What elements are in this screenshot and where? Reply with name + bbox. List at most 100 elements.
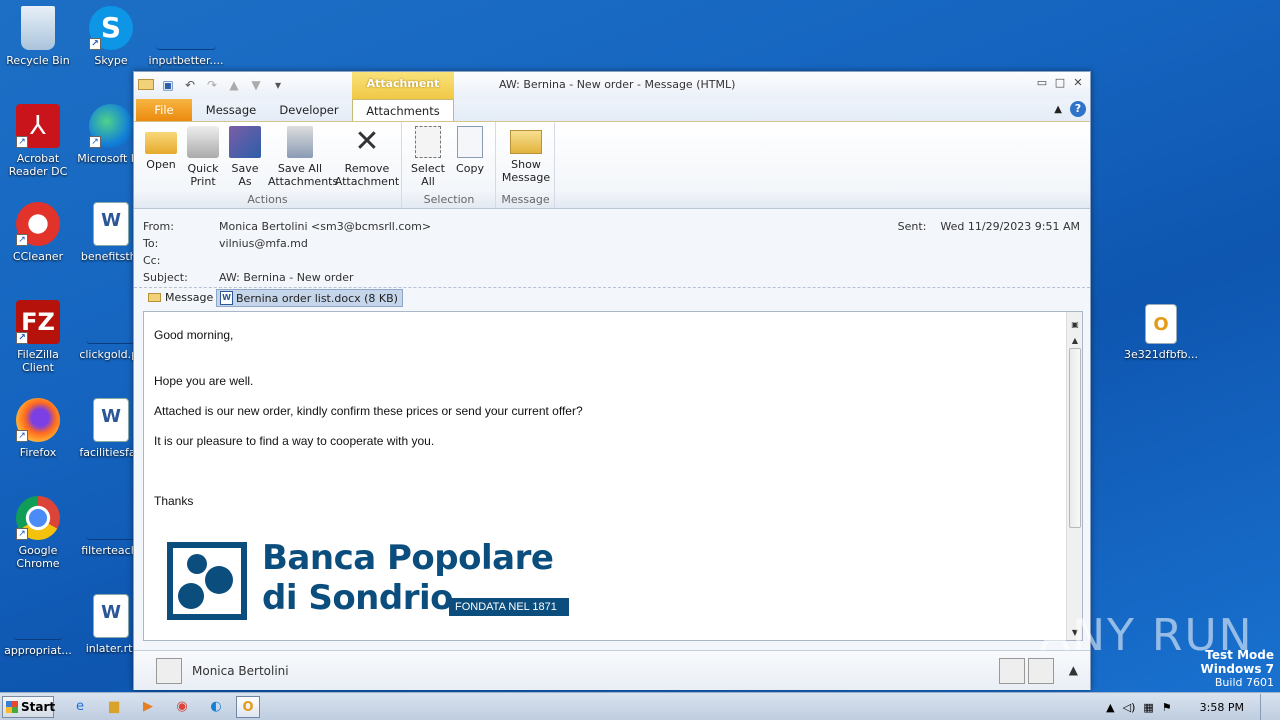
acrobat-icon: ⅄ ↗ <box>16 104 60 148</box>
desktop-icon-acrobat[interactable]: ⅄ ↗ Acrobat Reader DC <box>0 104 76 178</box>
taskbar: Start e ▆ ▶ ◉ ◐ O ▲ ◁) ▦ ⚑ 3:58 PM <box>0 692 1280 720</box>
desktop-icon-skype[interactable]: S ↗ Skype <box>73 6 149 67</box>
body-thanks: Thanks <box>154 494 194 508</box>
people-pane: Monica Bertolini ▲ <box>134 650 1090 690</box>
desktop-icon-label: Recycle Bin <box>6 54 70 67</box>
recycle-bin-icon <box>21 6 55 50</box>
desktop-icon-label: Google Chrome <box>16 544 60 570</box>
tray-expand-icon[interactable]: ▲ <box>1106 701 1114 714</box>
media-player-icon[interactable]: ▶ <box>136 696 160 718</box>
desktop-icon-inputbetter[interactable]: inputbetter.... <box>148 6 224 67</box>
message-attachment-tab[interactable]: Message <box>148 291 213 304</box>
customize-toolbar-icon[interactable]: ▾ <box>270 77 286 93</box>
subject-label: Subject: <box>143 271 188 284</box>
minimize-icon[interactable]: ▭ <box>1036 77 1048 89</box>
quick-print-label-1: Quick <box>187 162 219 175</box>
close-icon[interactable]: ✕ <box>1072 77 1084 89</box>
scroll-options-icon[interactable]: ▣ <box>1067 318 1082 332</box>
desktop-icon-recycle-bin[interactable]: Recycle Bin <box>0 6 76 67</box>
show-message-icon <box>510 130 542 154</box>
copy-button[interactable]: Copy <box>451 126 489 175</box>
body-scrollbar[interactable]: ▣ ▲ ▼ <box>1066 312 1082 640</box>
up-arrow-icon[interactable]: ▲ <box>226 77 242 93</box>
collapse-ribbon-icon[interactable]: ▲ <box>1054 104 1062 115</box>
bank-name-line-2: di Sondrio <box>262 578 454 618</box>
show-desktop-button[interactable] <box>1260 694 1270 720</box>
scroll-thumb[interactable] <box>1069 348 1081 528</box>
desktop-icon-label: 3e321dfbfb... <box>1124 348 1198 361</box>
from-value[interactable]: Monica Bertolini <sm3@bcmsrll.com> <box>219 220 431 233</box>
desktop-icon-filezilla[interactable]: FZ ↗ FileZilla Client <box>0 300 76 374</box>
action-center-flag-icon[interactable]: ⚑ <box>1162 701 1172 714</box>
remove-attachment-button[interactable]: ✕ Remove Attachment <box>334 124 400 189</box>
system-tray: ▲ ◁) ▦ ⚑ 3:58 PM <box>1106 693 1280 720</box>
start-label: Start <box>21 700 56 714</box>
to-value[interactable]: vilnius@mfa.md <box>219 237 308 250</box>
internet-explorer-icon[interactable]: e <box>68 696 92 718</box>
save-all-label-2: Attachments <box>268 175 339 188</box>
sender-avatar[interactable] <box>156 658 182 684</box>
undo-icon[interactable]: ↶ <box>182 77 198 93</box>
help-icon[interactable]: ? <box>1070 101 1086 117</box>
network-icon[interactable]: ▦ <box>1143 701 1153 714</box>
remove-label-2: Attachment <box>334 175 400 188</box>
desktop-icon-label: CCleaner <box>12 250 64 263</box>
start-button[interactable]: Start <box>2 696 56 718</box>
bank-logo: Banca Popolare di Sondrio FONDATA NEL 18… <box>167 538 577 625</box>
ribbon-group-actions: Open Quick Print Save As Save All Attach… <box>134 122 402 208</box>
tab-file[interactable]: File <box>136 99 192 121</box>
ribbon: Open Quick Print Save As Save All Attach… <box>134 121 1090 209</box>
body-line-2: Attached is our new order, kindly confir… <box>154 404 583 418</box>
volume-icon[interactable]: ◁) <box>1123 701 1136 714</box>
desktop-icon-3e321[interactable]: O 3e321dfbfb... <box>1123 304 1199 361</box>
tab-attachments[interactable]: Attachments <box>352 99 454 121</box>
desktop-icon-ccleaner[interactable]: ↗ CCleaner <box>0 202 76 263</box>
chrome-taskbar-icon[interactable]: ◉ <box>170 696 194 718</box>
outlook-file-icon: O <box>1145 304 1177 344</box>
maximize-icon[interactable]: □ <box>1054 77 1066 89</box>
quick-access-toolbar: ▣ ↶ ↷ ▲ ▼ ▾ <box>138 77 286 93</box>
tab-developer[interactable]: Developer <box>274 99 344 121</box>
word-document-icon: W <box>93 398 129 442</box>
file-explorer-icon[interactable]: ▆ <box>102 696 126 718</box>
tab-message[interactable]: Message <box>200 99 262 121</box>
message-body[interactable]: Good morning, Hope you are well. Attache… <box>143 311 1083 641</box>
contact-avatar[interactable] <box>1028 658 1054 684</box>
expand-people-pane-icon[interactable]: ▲ <box>1069 663 1078 677</box>
select-all-button[interactable]: Select All <box>409 126 447 188</box>
save-all-attachments-button[interactable]: Save All Attachments <box>268 126 339 188</box>
remove-x-icon: ✕ <box>354 124 380 159</box>
save-as-icon <box>229 126 261 158</box>
file-icon <box>13 600 63 640</box>
bank-name-line-1: Banca Popolare <box>262 538 554 578</box>
down-arrow-icon[interactable]: ▼ <box>248 77 264 93</box>
message-tab-label: Message <box>165 291 214 304</box>
show-message-button[interactable]: Show Message <box>501 126 551 184</box>
scroll-up-icon[interactable]: ▲ <box>1067 334 1082 348</box>
desktop-icon-label: Skype <box>94 54 128 67</box>
save-as-button[interactable]: Save As <box>226 126 264 188</box>
filezilla-icon: FZ ↗ <box>16 300 60 344</box>
test-mode-line-3: Build 7601 <box>1214 676 1274 689</box>
desktop-icon-appropriat[interactable]: appropriat... <box>0 600 76 657</box>
ribbon-group-message: Show Message Message <box>497 122 555 208</box>
redo-icon[interactable]: ↷ <box>204 77 220 93</box>
save-as-label-2: As <box>238 175 252 188</box>
chrome-icon: ↗ <box>16 496 60 540</box>
message-header: From: Monica Bertolini <sm3@bcmsrll.com> … <box>134 210 1090 290</box>
sent-row: Sent: Wed 11/29/2023 9:51 AM <box>898 220 1080 233</box>
desktop-icon-chrome[interactable]: ↗ Google Chrome <box>0 496 76 570</box>
contact-avatar[interactable] <box>999 658 1025 684</box>
desktop-icon-firefox[interactable]: ↗ Firefox <box>0 398 76 459</box>
people-pane-name[interactable]: Monica Bertolini <box>192 664 289 678</box>
firefox-icon: ↗ <box>16 398 60 442</box>
edge-taskbar-icon[interactable]: ◐ <box>204 696 228 718</box>
clock[interactable]: 3:58 PM <box>1200 701 1244 714</box>
body-greeting: Good morning, <box>154 328 234 342</box>
open-button[interactable]: Open <box>142 126 180 171</box>
ccleaner-icon: ↗ <box>16 202 60 246</box>
quick-print-button[interactable]: Quick Print <box>182 126 224 188</box>
save-icon[interactable]: ▣ <box>160 77 176 93</box>
outlook-taskbar-icon[interactable]: O <box>236 696 260 718</box>
attachment-file[interactable]: W Bernina order list.docx (8 KB) <box>216 289 403 307</box>
